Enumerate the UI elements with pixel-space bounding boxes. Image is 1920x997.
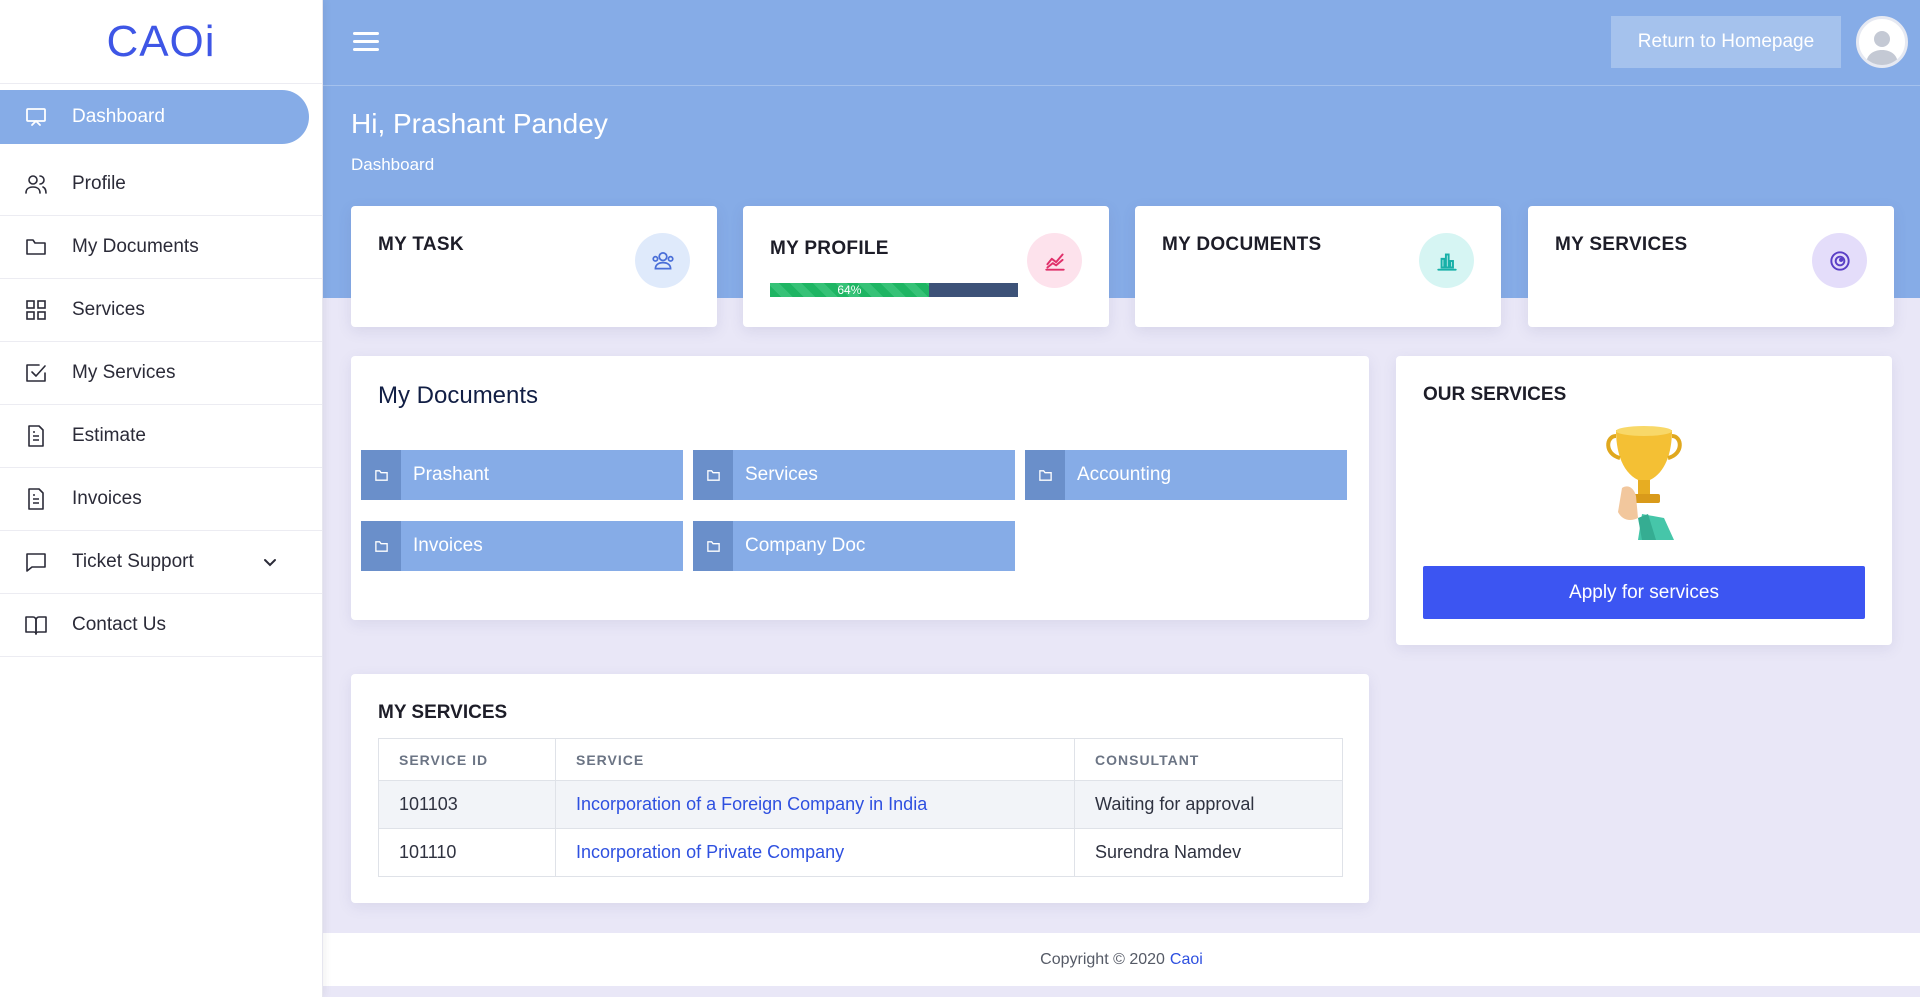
page-title: Hi, Prashant Pandey	[351, 108, 608, 139]
sidebar-nav: Dashboard Profile My Documents Services …	[0, 84, 322, 657]
sidebar-item-label: Invoices	[72, 488, 142, 509]
folder-prashant[interactable]: Prashant	[361, 450, 683, 500]
folder-icon	[1025, 450, 1065, 500]
folder-icon	[361, 450, 401, 500]
service-cell: Incorporation of Private Company	[555, 828, 1075, 877]
chevron-down-icon[interactable]	[262, 554, 278, 570]
users-icon	[24, 172, 48, 196]
check-square-icon	[24, 361, 48, 385]
sidebar: CAOi Dashboard Profile My Documents Serv…	[0, 0, 323, 997]
folder-icon	[693, 521, 733, 571]
file-text-icon	[24, 424, 48, 448]
my-services-card[interactable]: MY SERVICES	[1528, 206, 1894, 327]
folder-invoices[interactable]: Invoices	[361, 521, 683, 571]
top-bar: Return to Homepage	[323, 0, 1920, 86]
sidebar-item-profile[interactable]: Profile	[0, 153, 322, 216]
user-avatar-icon	[1866, 31, 1898, 65]
column-header: CONSULTANT	[1074, 738, 1343, 781]
trophy-icon	[1606, 426, 1682, 540]
sidebar-item-label: Ticket Support	[72, 551, 194, 572]
table-header-row: SERVICE ID SERVICE CONSULTANT	[378, 738, 1343, 781]
panel-title: OUR SERVICES	[1423, 384, 1567, 405]
sidebar-item-label: My Services	[72, 362, 176, 383]
folder-label: Prashant	[413, 464, 490, 485]
my-task-card[interactable]: MY TASK	[351, 206, 717, 327]
panel-title: MY SERVICES	[378, 702, 508, 723]
trend-chart-icon	[1027, 233, 1082, 288]
panel-title: My Documents	[378, 382, 539, 409]
monitor-icon	[24, 105, 48, 129]
footer: Copyright © 2020 Caoi	[323, 933, 1920, 986]
avatar[interactable]	[1856, 16, 1908, 68]
folder-company-doc[interactable]: Company Doc	[693, 521, 1015, 571]
our-services-panel: OUR SERVICES Apply for services	[1396, 356, 1892, 645]
service-link[interactable]: Incorporation of a Foreign Company in In…	[576, 794, 927, 814]
sidebar-item-my-services[interactable]: My Services	[0, 342, 322, 405]
profile-progress-bar: 64%	[770, 283, 1018, 297]
folder-label: Invoices	[413, 535, 483, 556]
folder-icon	[693, 450, 733, 500]
message-square-icon	[24, 550, 48, 574]
folder-accounting[interactable]: Accounting	[1025, 450, 1347, 500]
users-icon	[635, 233, 690, 288]
my-documents-card[interactable]: MY DOCUMENTS	[1135, 206, 1501, 327]
service-id-cell: 101103	[378, 780, 556, 829]
sidebar-item-dashboard[interactable]: Dashboard	[0, 90, 309, 144]
folder-label: Accounting	[1077, 464, 1172, 485]
folder-icon	[24, 235, 48, 259]
consultant-cell: Surendra Namdev	[1074, 828, 1343, 877]
bar-chart-icon	[1419, 233, 1474, 288]
progress-label: 64%	[837, 283, 862, 297]
return-homepage-button[interactable]: Return to Homepage	[1611, 16, 1841, 68]
table-row: 101110 Incorporation of Private Company …	[378, 828, 1343, 877]
apply-for-services-button[interactable]: Apply for services	[1423, 566, 1865, 619]
sidebar-item-ticket-support[interactable]: Ticket Support	[0, 531, 322, 594]
folder-label: Company Doc	[745, 535, 866, 556]
footer-link[interactable]: Caoi	[1170, 951, 1203, 969]
sidebar-item-services[interactable]: Services	[0, 279, 322, 342]
table-row: 101103 Incorporation of a Foreign Compan…	[378, 780, 1343, 829]
grid-icon	[24, 298, 48, 322]
card-title: MY DOCUMENTS	[1162, 234, 1322, 255]
sidebar-item-invoices[interactable]: Invoices	[0, 468, 322, 531]
service-link[interactable]: Incorporation of Private Company	[576, 842, 844, 862]
services-table: SERVICE ID SERVICE CONSULTANT 101103 Inc…	[378, 738, 1343, 877]
file-text-icon	[24, 487, 48, 511]
sidebar-item-label: Dashboard	[72, 106, 165, 127]
my-documents-panel: My Documents Prashant Services Accountin…	[351, 356, 1369, 620]
brand-logo[interactable]: CAOi	[0, 0, 322, 84]
folder-label: Services	[745, 464, 818, 485]
book-open-icon	[24, 613, 48, 637]
copyright-text: Copyright © 2020	[1040, 950, 1165, 968]
my-services-table-panel: MY SERVICES SERVICE ID SERVICE CONSULTAN…	[351, 674, 1369, 903]
folder-services[interactable]: Services	[693, 450, 1015, 500]
my-profile-card[interactable]: MY PROFILE 64%	[743, 206, 1109, 327]
service-id-cell: 101110	[378, 828, 556, 877]
column-header: SERVICE ID	[378, 738, 556, 781]
sidebar-item-my-documents[interactable]: My Documents	[0, 216, 322, 279]
folder-icon	[361, 521, 401, 571]
sidebar-item-label: My Documents	[72, 236, 199, 257]
breadcrumb[interactable]: Dashboard	[351, 155, 434, 175]
sidebar-item-label: Profile	[72, 173, 126, 194]
sidebar-item-label: Estimate	[72, 425, 146, 446]
sidebar-item-label: Services	[72, 299, 145, 320]
consultant-cell: Waiting for approval	[1074, 780, 1343, 829]
menu-toggle-icon[interactable]	[353, 32, 379, 52]
sidebar-item-estimate[interactable]: Estimate	[0, 405, 322, 468]
main-content: Return to Homepage Hi, Prashant Pandey D…	[323, 0, 1920, 997]
target-icon	[1812, 233, 1867, 288]
card-title: MY SERVICES	[1555, 234, 1688, 255]
card-title: MY TASK	[378, 234, 464, 255]
card-title: MY PROFILE	[770, 238, 889, 259]
column-header: SERVICE	[555, 738, 1075, 781]
sidebar-item-contact-us[interactable]: Contact Us	[0, 594, 322, 657]
sidebar-item-label: Contact Us	[72, 614, 166, 635]
service-cell: Incorporation of a Foreign Company in In…	[555, 780, 1075, 829]
